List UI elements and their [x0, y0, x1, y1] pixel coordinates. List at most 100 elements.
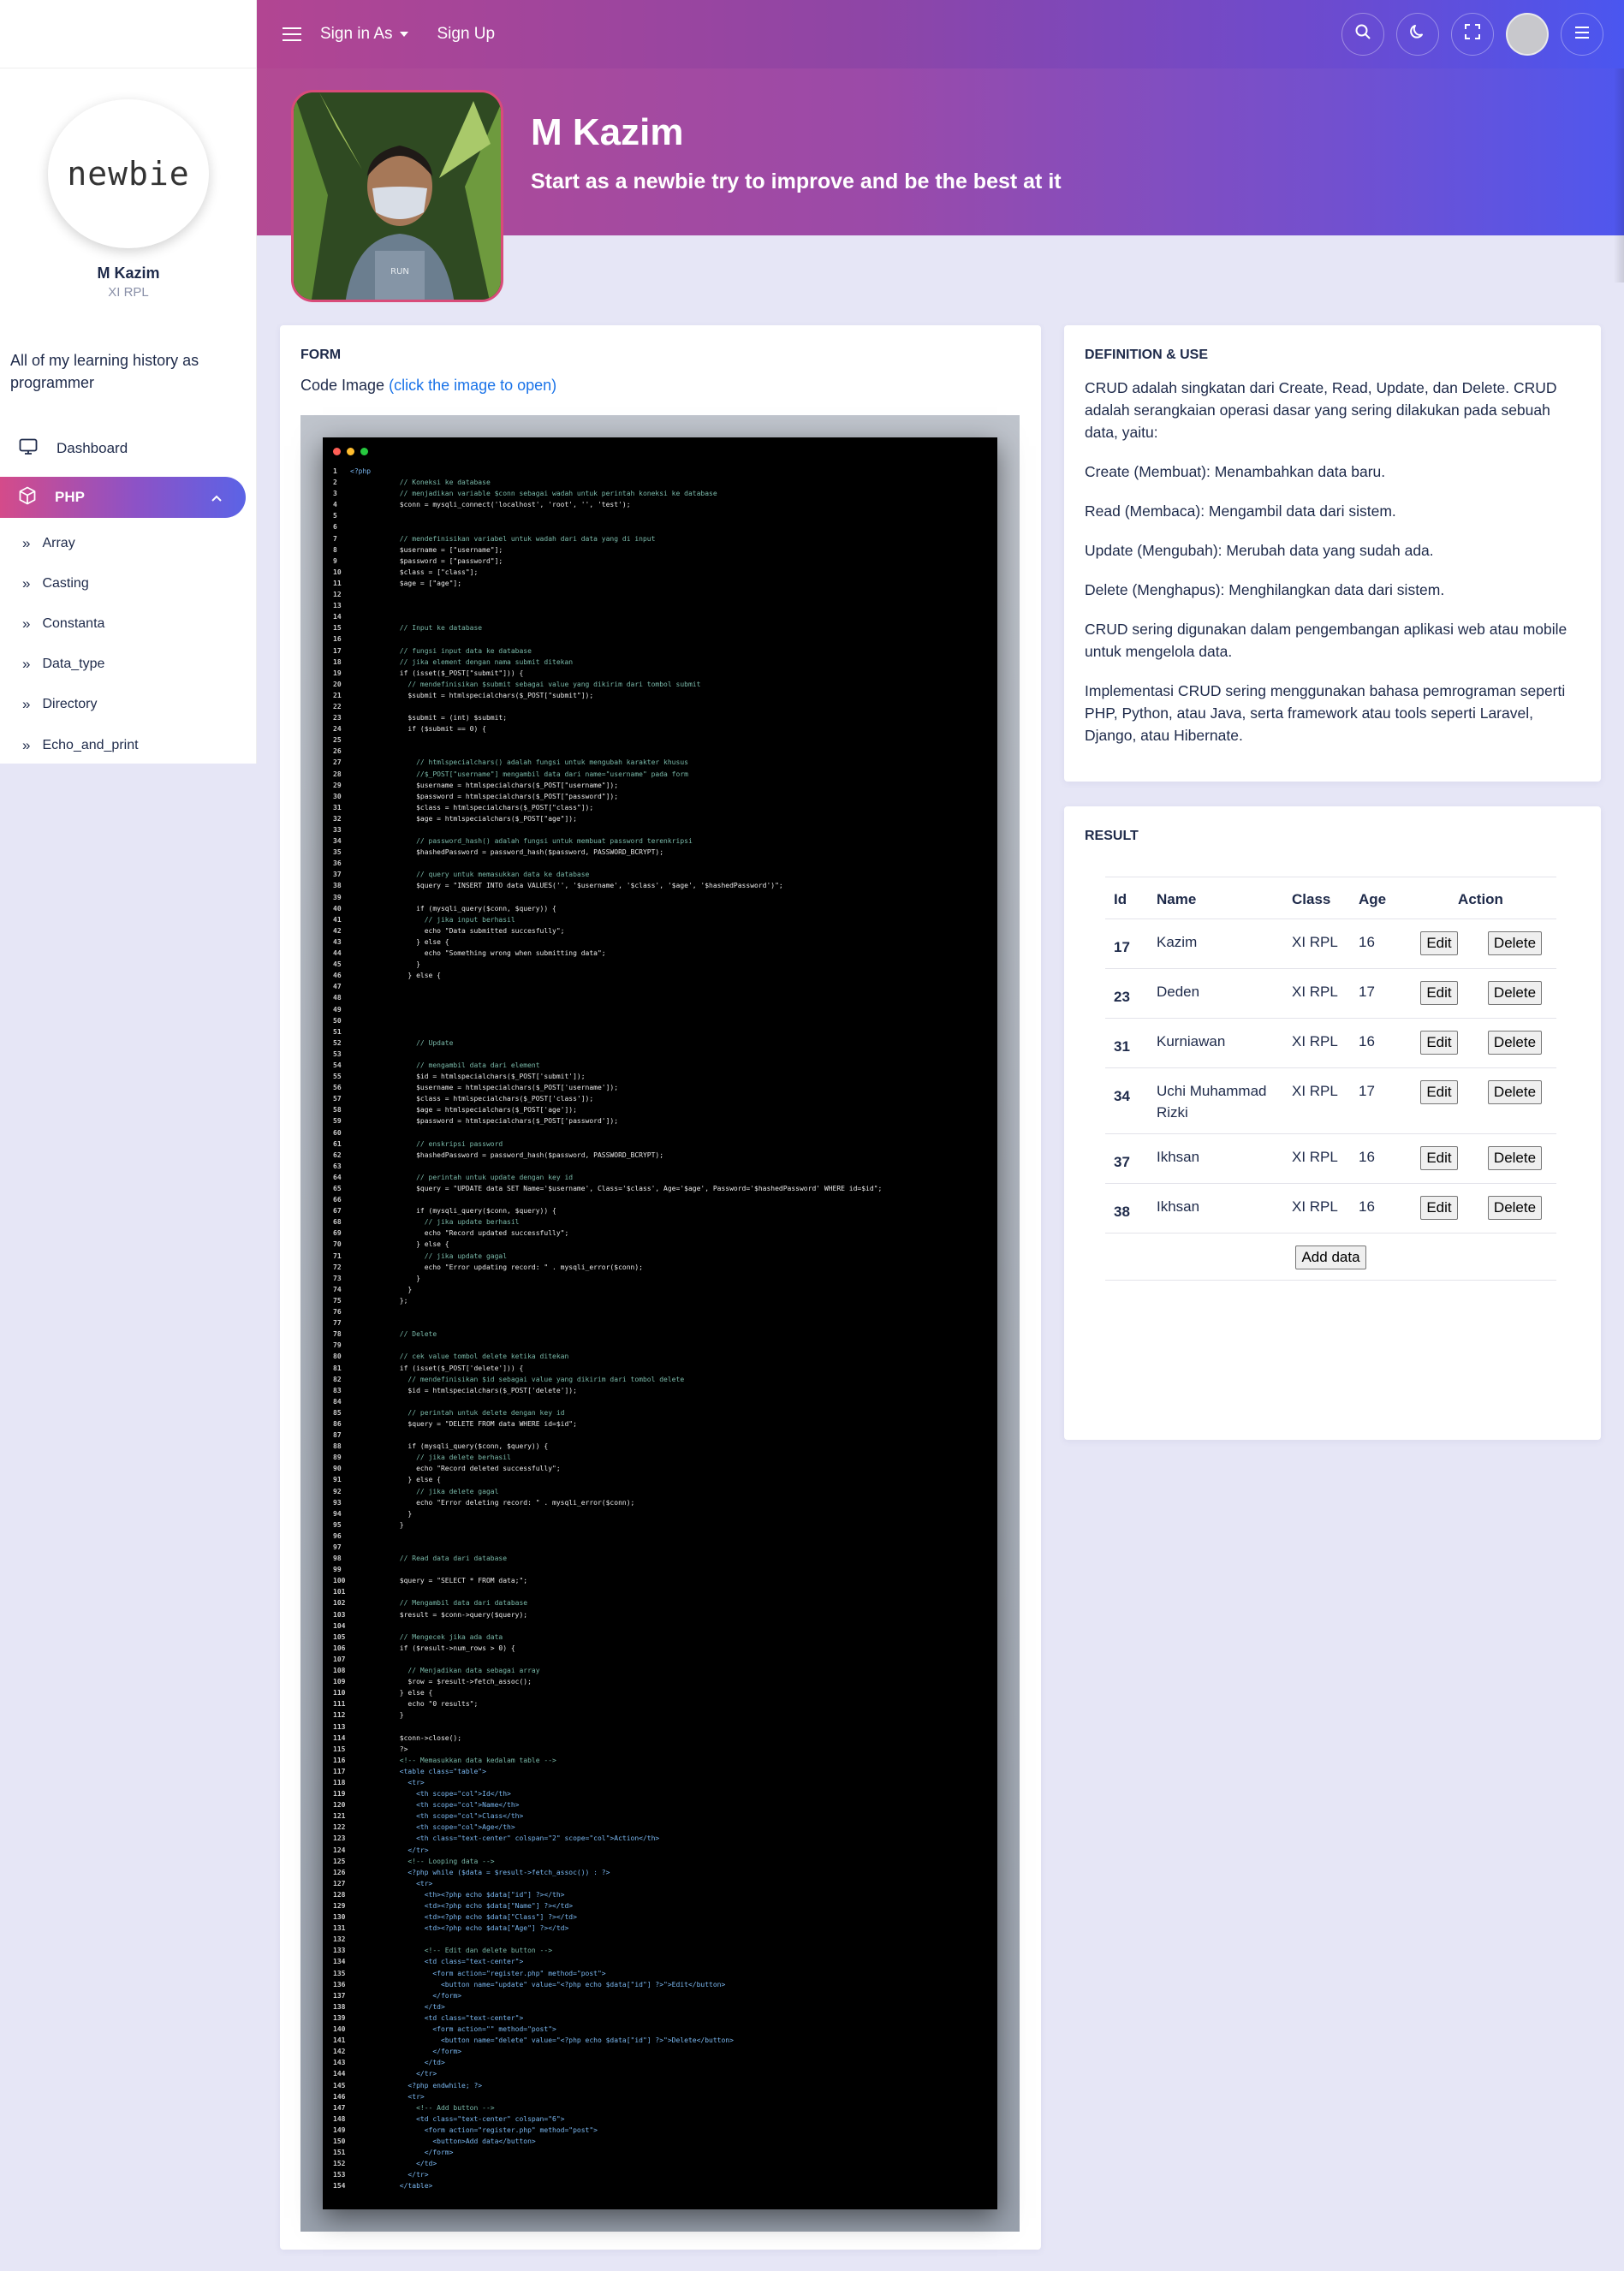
- fullscreen-button[interactable]: [1451, 13, 1494, 56]
- line-number: 143: [333, 2059, 346, 2067]
- code-text: $password = ["password"];: [350, 556, 503, 565]
- sign-up-link[interactable]: Sign Up: [437, 25, 496, 44]
- code-text: <form action="" method="post">: [350, 2025, 556, 2034]
- code-text: } else {: [350, 1240, 449, 1249]
- delete-button[interactable]: Delete: [1487, 1196, 1543, 1220]
- line-number: 2: [333, 479, 337, 487]
- code-line: 103 $result = $conn->query($query);: [333, 1609, 990, 1620]
- code-text: }: [350, 1509, 413, 1518]
- sidebar-item-php[interactable]: PHP: [0, 477, 246, 518]
- cell-edit: Edit: [1405, 1018, 1473, 1068]
- sidebar-item-dashboard[interactable]: Dashboard: [0, 430, 257, 467]
- sidebar: newbie M Kazim XI RPL All of my learning…: [0, 0, 257, 764]
- edit-button[interactable]: Edit: [1420, 1031, 1458, 1055]
- line-number: 25: [333, 736, 342, 745]
- delete-button[interactable]: Delete: [1487, 981, 1543, 1005]
- line-number: 122: [333, 1823, 346, 1832]
- profile-photo: RUN: [291, 90, 503, 302]
- code-text: // enskripsi password: [350, 1139, 503, 1148]
- form-card-title: FORM: [300, 348, 342, 362]
- code-text: // menjadikan variable $conn sebagai wad…: [350, 490, 717, 498]
- line-number: 104: [333, 1621, 346, 1630]
- code-line: 8 $username = ["username"];: [333, 544, 990, 556]
- line-number: 91: [333, 1476, 342, 1484]
- line-number: 43: [333, 937, 342, 946]
- edit-button[interactable]: Edit: [1420, 981, 1458, 1005]
- sidebar-subitem-data-type[interactable]: » Data_type: [0, 651, 257, 677]
- open-image-link[interactable]: (click the image to open): [389, 377, 556, 394]
- line-number: 110: [333, 1689, 346, 1697]
- code-line: 113: [333, 1721, 990, 1733]
- code-line: 4 $conn = mysqli_connect('localhost', 'r…: [333, 499, 990, 510]
- code-text: if (mysqli_query($conn, $query)) {: [350, 1207, 556, 1216]
- edit-button[interactable]: Edit: [1420, 1146, 1458, 1170]
- code-line: 130 <td><?php echo $data["Class"] ?></td…: [333, 1911, 990, 1923]
- sidebar-subitem-array[interactable]: » Array: [0, 531, 257, 556]
- code-text: // fungsi input data ke database: [350, 646, 532, 655]
- code-line: 140 <form action="" method="post">: [333, 2024, 990, 2035]
- code-line: 11 $age = ["age"];: [333, 578, 990, 589]
- delete-button[interactable]: Delete: [1487, 931, 1543, 955]
- dark-mode-button[interactable]: [1396, 13, 1439, 56]
- line-number: 126: [333, 1868, 346, 1876]
- line-number: 64: [333, 1173, 342, 1181]
- edit-button[interactable]: Edit: [1420, 1080, 1458, 1104]
- fullscreen-icon: [1464, 23, 1481, 45]
- code-line: 16: [333, 633, 990, 645]
- sidebar-subitem-directory[interactable]: » Directory: [0, 692, 257, 717]
- code-line: 38 $query = "INSERT INTO data VALUES('',…: [333, 880, 990, 891]
- code-text: $id = htmlspecialchars($_POST['submit'])…: [350, 1073, 586, 1081]
- line-number: 109: [333, 1678, 346, 1686]
- sidebar-description: All of my learning history as programmer: [10, 352, 199, 391]
- avatar[interactable]: [1506, 13, 1549, 56]
- cell-delete: Delete: [1473, 1133, 1556, 1184]
- line-number: 80: [333, 1352, 342, 1361]
- cell-edit: Edit: [1405, 1183, 1473, 1234]
- add-data-button[interactable]: Add data: [1295, 1245, 1366, 1269]
- line-number: 7: [333, 534, 337, 543]
- line-number: 124: [333, 1846, 346, 1854]
- code-line: 152 </td>: [333, 2158, 990, 2169]
- code-line: 107: [333, 1654, 990, 1665]
- minimize-dot-icon: [347, 448, 354, 455]
- line-number: 146: [333, 2092, 346, 2101]
- delete-button[interactable]: Delete: [1487, 1146, 1543, 1170]
- line-number: 74: [333, 1285, 342, 1293]
- code-line: 108 // Menjadikan data sebagai array: [333, 1665, 990, 1676]
- code-image-label: Code Image (click the image to open): [300, 377, 556, 395]
- edit-button[interactable]: Edit: [1420, 931, 1458, 955]
- code-line: 111 echo "0 results";: [333, 1698, 990, 1709]
- code-text: </td>: [350, 2002, 445, 2011]
- more-menu-button[interactable]: [1561, 13, 1603, 56]
- sidebar-subitem-echo-and-print[interactable]: » Echo_and_print: [0, 733, 257, 758]
- sidebar-subitem-casting[interactable]: » Casting: [0, 571, 257, 597]
- code-image[interactable]: 1 <?php 2 // Koneksi ke database 3 // menja…: [300, 415, 1020, 2232]
- code-text: }: [350, 960, 420, 969]
- code-line: 59 $password = htmlspecialchars($_POST['…: [333, 1115, 990, 1127]
- line-number: 87: [333, 1431, 342, 1440]
- line-number: 95: [333, 1520, 342, 1529]
- line-number: 22: [333, 702, 342, 710]
- line-number: 147: [333, 2103, 346, 2112]
- sidebar-subitem-constanta[interactable]: » Constanta: [0, 611, 257, 637]
- code-line: 52 // Update: [333, 1037, 990, 1049]
- code-line: 137 </form>: [333, 1990, 990, 2001]
- code-text: // jika delete berhasil: [350, 1454, 511, 1462]
- search-button[interactable]: [1341, 13, 1384, 56]
- delete-button[interactable]: Delete: [1487, 1031, 1543, 1055]
- column-header-action: Action: [1405, 877, 1556, 919]
- line-number: 70: [333, 1240, 342, 1249]
- menu-icon[interactable]: [283, 27, 301, 41]
- definition-paragraph: CRUD sering digunakan dalam pengembangan…: [1085, 621, 1567, 660]
- code-text: // jika element dengan nama submit ditek…: [350, 657, 574, 666]
- delete-button[interactable]: Delete: [1487, 1080, 1543, 1104]
- line-number: 71: [333, 1251, 342, 1260]
- code-line: 42 echo "Data submitted succesfully";: [333, 925, 990, 936]
- sign-in-dropdown[interactable]: Sign in As: [320, 25, 408, 44]
- code-text: };: [350, 1296, 408, 1305]
- code-line: 150 <button>Add data</button>: [333, 2136, 990, 2147]
- edit-button[interactable]: Edit: [1420, 1196, 1458, 1220]
- code-text: <button name="delete" value="<?php echo …: [350, 2036, 734, 2045]
- cell-delete: Delete: [1473, 919, 1556, 969]
- code-line: 34 // password_hash() adalah fungsi untu…: [333, 835, 990, 847]
